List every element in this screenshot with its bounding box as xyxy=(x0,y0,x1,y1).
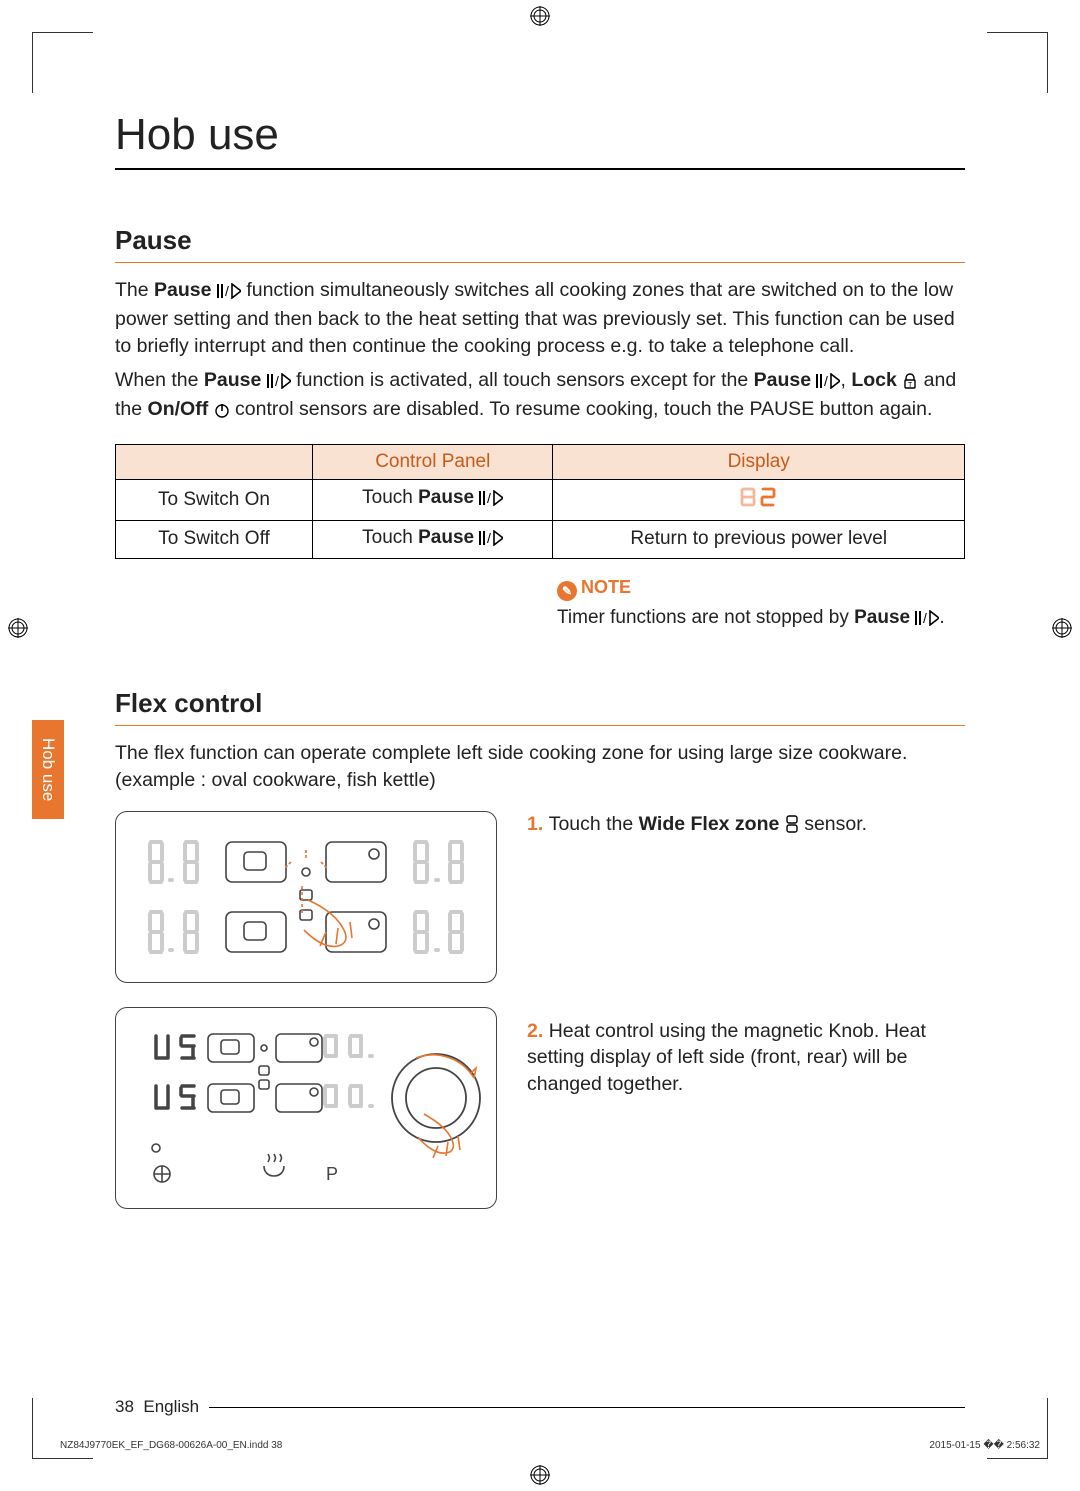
svg-text:/: / xyxy=(225,283,229,299)
note-text: Timer functions are not stopped by Pause… xyxy=(557,605,965,634)
heading-rule xyxy=(115,262,965,263)
pause-heading: Pause xyxy=(115,225,965,256)
registration-mark-icon xyxy=(1052,618,1072,638)
row-switch-on: To Switch On xyxy=(116,479,313,520)
table-row: To Switch On Touch Pause / xyxy=(116,479,965,520)
footer-language: English xyxy=(143,1397,199,1417)
table-row: To Switch Off Touch Pause / Return to pr… xyxy=(116,520,965,558)
flex-illustration-1 xyxy=(115,811,497,983)
flex-heading: Flex control xyxy=(115,688,965,719)
indd-timestamp: 2015-01-15 �� 2:56:32 xyxy=(929,1440,1040,1451)
lock-icon: T xyxy=(902,370,918,396)
col-control-panel: Control Panel xyxy=(313,444,553,479)
pause-table: Control PanelDisplay To Switch On Touch … xyxy=(115,444,965,559)
flex-illustration-2: P xyxy=(115,1007,497,1209)
svg-text:/: / xyxy=(275,373,279,389)
crop-mark xyxy=(32,32,93,93)
col-display: Display xyxy=(553,444,965,479)
power-icon xyxy=(214,399,230,425)
seven-segment-icon xyxy=(739,492,779,514)
pause-play-icon: / xyxy=(479,490,503,512)
registration-mark-icon xyxy=(8,618,28,638)
row-switch-off: To Switch Off xyxy=(116,520,313,558)
svg-text:P: P xyxy=(326,1164,338,1184)
registration-mark-icon xyxy=(530,1465,550,1485)
pause-play-icon: / xyxy=(816,370,840,396)
flex-step-1: 1. Touch the Wide Flex zone sensor. xyxy=(527,811,965,840)
cell-touch-pause: Touch Pause / xyxy=(313,479,553,520)
note-heading: ✎NOTE xyxy=(557,577,965,601)
pause-play-icon: / xyxy=(267,370,291,396)
svg-text:T: T xyxy=(908,382,913,389)
cell-return-level: Return to previous power level xyxy=(553,520,965,558)
heading-rule xyxy=(115,725,965,726)
cell-display-82 xyxy=(553,479,965,520)
note-icon: ✎ xyxy=(557,581,577,601)
pause-play-icon: / xyxy=(915,608,939,634)
indd-filename: NZ84J9770EK_EF_DG68-00626A-00_EN.indd 38 xyxy=(60,1440,282,1451)
title-rule xyxy=(115,168,965,170)
note-block: ✎NOTE Timer functions are not stopped by… xyxy=(115,577,965,634)
page-title: Hob use xyxy=(115,110,965,160)
pause-play-icon: / xyxy=(479,530,503,552)
pause-play-icon: / xyxy=(217,280,241,306)
side-tab: Hob use xyxy=(32,720,64,819)
svg-text:/: / xyxy=(487,530,491,546)
svg-text:/: / xyxy=(487,490,491,506)
flex-zone-icon xyxy=(785,814,799,840)
svg-text:/: / xyxy=(923,610,927,626)
print-meta: NZ84J9770EK_EF_DG68-00626A-00_EN.indd 38… xyxy=(60,1440,1040,1451)
crop-mark xyxy=(987,32,1048,93)
footer-rule xyxy=(209,1407,965,1408)
flex-step-2: 2. Heat control using the magnetic Knob.… xyxy=(527,1018,965,1097)
registration-mark-icon xyxy=(530,6,550,26)
page-number: 38 xyxy=(115,1397,134,1417)
flex-paragraph: The flex function can operate complete l… xyxy=(115,740,965,793)
svg-text:/: / xyxy=(824,373,828,389)
pause-paragraph-2: When the Pause / function is activated, … xyxy=(115,367,965,426)
pause-paragraph-1: The Pause / function simultaneously swit… xyxy=(115,277,965,359)
table-corner xyxy=(116,444,313,479)
page-footer: 38 English xyxy=(115,1397,965,1417)
cell-touch-pause: Touch Pause / xyxy=(313,520,553,558)
